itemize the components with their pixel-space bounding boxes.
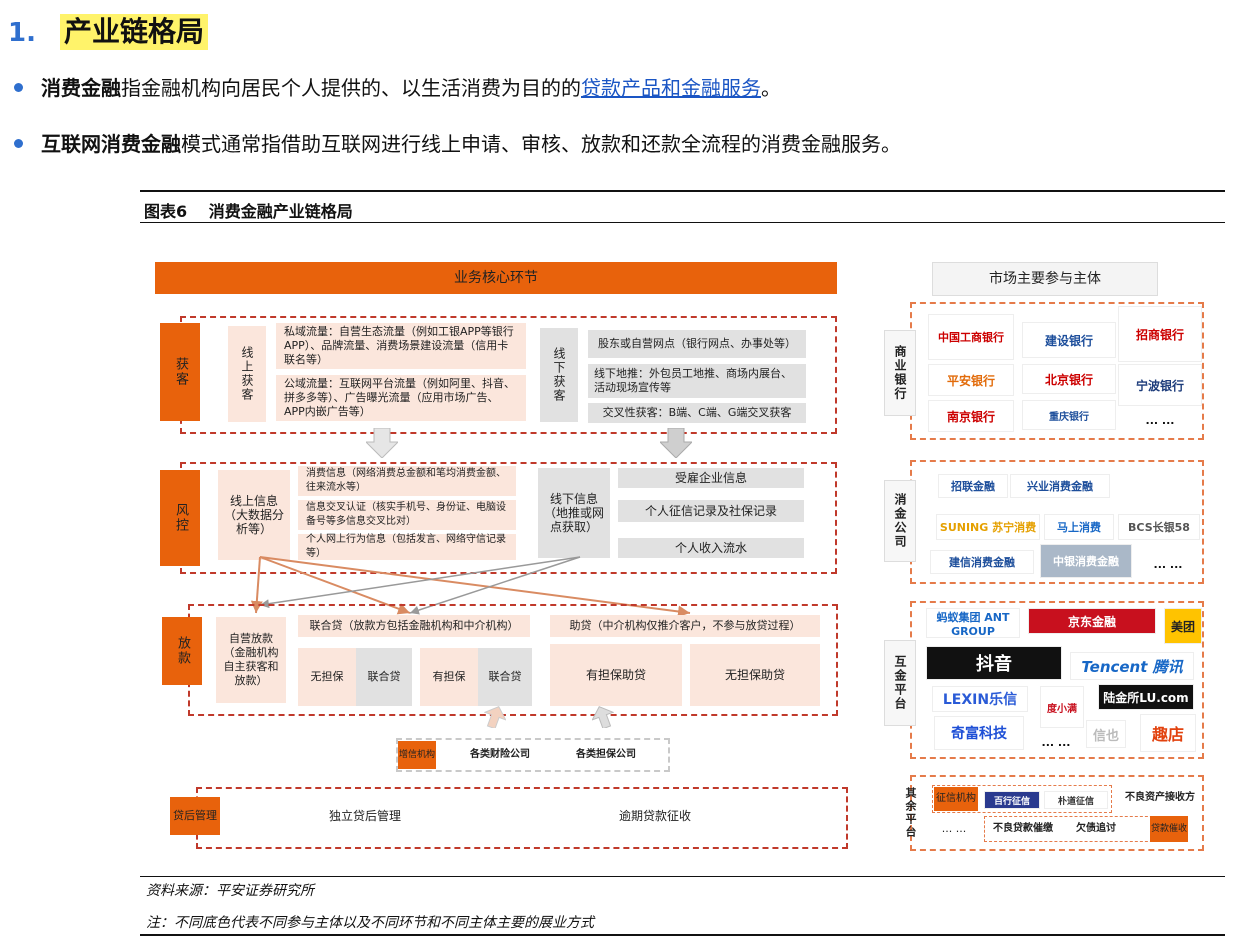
- risk-online: 线上信息（大数据分析等）: [218, 470, 290, 560]
- bank-logo: 北京银行: [1022, 364, 1116, 394]
- consumer-logo: 中银消费金融: [1040, 544, 1132, 578]
- internet-label: 互金平台: [884, 640, 916, 726]
- down-arrow-icon: [366, 428, 398, 458]
- loan-self: 自营放款（金融机构自主获客和放款）: [216, 617, 286, 703]
- footer-rule: [140, 876, 1225, 877]
- risk-offline-item: 受雇企业信息: [618, 468, 804, 488]
- bullet-tail: 。: [761, 76, 781, 100]
- figure-bottom-rule: [140, 934, 1225, 936]
- consumer-logo: SUNING 苏宁消费: [936, 514, 1040, 540]
- internet-logo: Tencent 腾讯: [1070, 652, 1194, 680]
- post-frame: [196, 787, 848, 849]
- figure-sub-rule: [140, 222, 1225, 223]
- source-note: 资料来源：平安证券研究所: [146, 883, 314, 899]
- others-label: 其余平台: [904, 787, 917, 839]
- market-header: 市场主要参与主体: [932, 262, 1158, 296]
- figure-top-rule: [140, 190, 1225, 192]
- internet-logo: 趣店: [1140, 714, 1196, 752]
- bank-logo: 南京银行: [928, 400, 1014, 432]
- internet-logo: 信也: [1086, 720, 1126, 748]
- collect-item: 不良贷款催缴: [993, 823, 1053, 834]
- acquire-label: 获客: [160, 323, 200, 421]
- credit-agency-label: 征信机构: [934, 787, 978, 811]
- acquire-offline-item: 交叉性获客：B端、C端、G端交叉获客: [588, 403, 806, 423]
- section-title: 产业链格局: [60, 14, 209, 50]
- risk-label: 风控: [160, 470, 200, 566]
- bullet-bold: 消费金融: [41, 76, 121, 100]
- bank-logo: 重庆银行: [1022, 400, 1116, 430]
- npa-receiver: 不良资产接收方: [1125, 792, 1195, 803]
- acquire-offline-item: 线下地推：外包员工地推、商场内展台、活动现场宣传等: [588, 364, 806, 398]
- collect-item: 欠债追讨: [1076, 823, 1116, 834]
- risk-offline: 线下信息（地推或网点获取）: [538, 468, 610, 558]
- loan-assist: 助贷（中介机构仅推介客户，不参与放贷过程）: [550, 615, 820, 637]
- internet-logo: 蚂蚁集团 ANT GROUP: [926, 608, 1020, 638]
- figure-title: 图表6 消费金融产业链格局: [144, 202, 353, 221]
- internet-logo-more: ... ...: [1036, 734, 1076, 750]
- acquire-online-item: 公域流量：互联网平台流量（例如阿里、抖音、拼多多等）、广告曝光流量（应用市场广告…: [276, 375, 526, 421]
- bank-logo: 建设银行: [1022, 322, 1116, 358]
- bullet-1: 消费金融指金融机构向居民个人提供的、以生活消费为目的的贷款产品和金融服务。: [14, 74, 781, 102]
- bank-logo: 宁波银行: [1118, 364, 1202, 406]
- consumer-label: 消金公司: [884, 480, 916, 562]
- loan-joint-sub: 联合贷: [478, 648, 532, 706]
- bank-logo-more: ... ...: [1118, 410, 1202, 430]
- internet-logo: 京东金融: [1028, 608, 1156, 634]
- loan-joint-sub: 联合贷: [356, 648, 412, 706]
- internet-logo: 抖音: [926, 646, 1062, 680]
- bullet-link[interactable]: 贷款产品和金融服务: [581, 76, 761, 100]
- others-more: ... ...: [941, 822, 967, 835]
- post-label: 贷后管理: [170, 797, 220, 835]
- credit-item: 各类担保公司: [576, 749, 636, 760]
- risk-online-item: 信息交叉认证（核实手机号、身份证、电脑设备号等多信息交叉比对）: [298, 500, 516, 530]
- bank-logo: 中国工商银行: [928, 314, 1014, 360]
- loan-joint: 联合贷（放款方包括金融机构和中介机构）: [298, 615, 530, 637]
- bullet-2: 互联网消费金融模式通常指借助互联网进行线上申请、审核、放款和还款全流程的消费金融…: [14, 130, 901, 158]
- bullet-dot-icon: [14, 139, 23, 148]
- credit-agency-logo: 朴道征信: [1044, 791, 1108, 809]
- banks-label: 商业银行: [884, 330, 916, 416]
- consumer-logo: 兴业消费金融: [1010, 474, 1110, 498]
- up-arrow-icon: [484, 706, 506, 728]
- credit-label: 增信机构: [398, 741, 436, 769]
- post-item: 独立贷后管理: [328, 809, 401, 823]
- risk-online-item: 消费信息（网络消费总金额和笔均消费金额、往来流水等）: [298, 466, 516, 496]
- internet-logo: 奇富科技: [934, 716, 1024, 750]
- consumer-logo: 马上消费: [1044, 514, 1114, 540]
- acquire-offline: 线下获客: [540, 328, 578, 422]
- loan-joint-sub: 有担保: [420, 648, 478, 706]
- post-item: 逾期贷款征收: [618, 809, 691, 823]
- footnote: 注：不同底色代表不同参与主体以及不同环节和不同主体主要的展业方式: [146, 915, 594, 931]
- up-arrow-icon: [592, 706, 614, 728]
- core-header: 业务核心环节: [155, 262, 837, 294]
- consumer-logo: BCS长银58: [1118, 514, 1200, 540]
- bullet-text: 模式通常指借助互联网进行线上申请、审核、放款和还款全流程的消费金融服务。: [181, 132, 901, 156]
- risk-offline-item: 个人征信记录及社保记录: [618, 500, 804, 522]
- down-arrow-icon: [660, 428, 692, 458]
- loan-joint-sub: 无担保: [298, 648, 356, 706]
- loan-assist-sub: 有担保助贷: [550, 644, 682, 706]
- credit-agency-logo: 百行征信: [984, 791, 1040, 809]
- acquire-online: 线上获客: [228, 326, 266, 422]
- consumer-logo: 招联金融: [938, 474, 1008, 498]
- consumer-logo-more: ... ...: [1140, 556, 1196, 572]
- bank-logo: 平安银行: [928, 364, 1014, 396]
- bank-logo: 招商银行: [1118, 306, 1202, 362]
- bullet-dot-icon: [14, 83, 23, 92]
- bullet-bold: 互联网消费金融: [41, 132, 181, 156]
- credit-item: 各类财险公司: [470, 749, 530, 760]
- section-number: 1.: [8, 18, 36, 48]
- collect-label: 贷款催收: [1150, 816, 1188, 842]
- internet-logo: 度小满: [1040, 686, 1084, 728]
- internet-logo: LEXIN乐信: [932, 686, 1028, 712]
- consumer-logo: 建信消费金融: [930, 550, 1034, 574]
- acquire-offline-item: 股东或自营网点（银行网点、办事处等）: [588, 330, 806, 358]
- acquire-online-item: 私域流量：自营生态流量（例如工银APP等银行APP）、品牌流量、消费场景建设流量…: [276, 323, 526, 369]
- internet-logo: 美团: [1164, 608, 1202, 644]
- bullet-text: 指金融机构向居民个人提供的、以生活消费为目的的: [121, 76, 581, 100]
- loan-assist-sub: 无担保助贷: [690, 644, 820, 706]
- loan-label: 放款: [162, 617, 202, 685]
- internet-logo: 陆金所LU.com: [1098, 684, 1194, 710]
